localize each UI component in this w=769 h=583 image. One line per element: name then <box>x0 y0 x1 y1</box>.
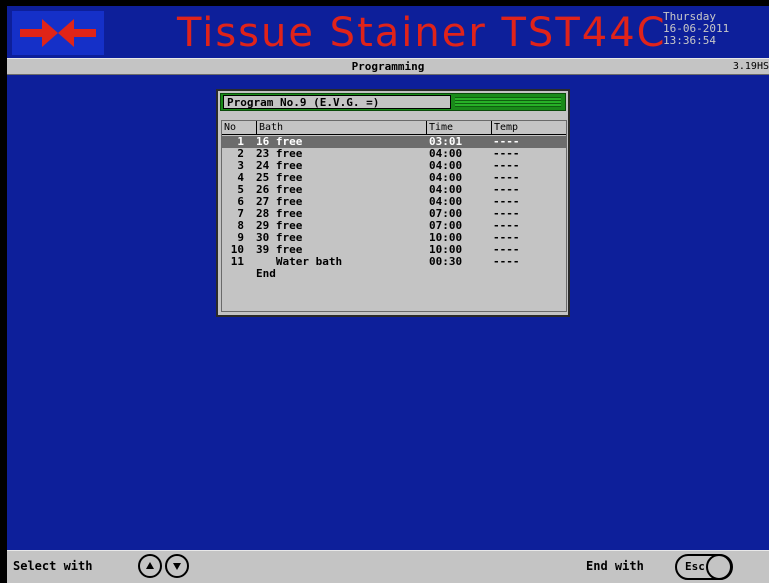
esc-label: Esc <box>685 560 705 573</box>
table-header: No Bath Time Temp <box>222 121 566 135</box>
software-version: 3.19HS <box>732 61 769 72</box>
column-temp: Temp <box>491 121 566 134</box>
clock: Thursday 16-06-2011 13:36:54 <box>663 11 769 47</box>
program-window: Program No.9 (E.V.G. =) No Bath Time Tem… <box>216 89 570 317</box>
instrument-logo <box>12 11 104 55</box>
program-steps-table: No Bath Time Temp 1 16 free 03:01 ---- 2 23 f… <box>221 120 567 312</box>
step-time: 00:30 <box>429 255 463 268</box>
logo-triangle-left <box>42 19 58 47</box>
screen: Tissue Stainer TST44C Thursday 16-06-201… <box>7 6 769 583</box>
esc-knob <box>706 554 732 580</box>
arrow-down-button[interactable] <box>165 554 189 578</box>
logo-bar-right <box>70 29 96 37</box>
column-time: Time <box>426 121 491 134</box>
app-title: Tissue Stainer TST44C <box>177 10 667 56</box>
header-stripes <box>455 97 561 107</box>
table-row[interactable]: End <box>222 268 566 280</box>
column-no: No <box>224 122 237 133</box>
select-label: Select with <box>13 559 93 573</box>
arrow-up-icon <box>146 562 154 569</box>
mode-bar: Programming 3.19HS <box>7 58 769 75</box>
column-bath: Bath <box>256 121 426 134</box>
arrow-up-button[interactable] <box>138 554 162 578</box>
bath-name: End <box>256 267 276 280</box>
esc-button[interactable]: Esc <box>675 554 733 580</box>
program-header: Program No.9 (E.V.G. =) <box>220 93 566 111</box>
mode-title: Programming <box>351 60 425 73</box>
clock-time: 13:36:54 <box>663 34 716 47</box>
arrow-down-icon <box>173 563 181 570</box>
step-number: 11 <box>230 255 244 268</box>
footer-bar: Select with End with Esc <box>7 550 769 583</box>
step-temp: ---- <box>493 255 520 268</box>
end-label: End with <box>586 559 644 573</box>
program-name: Program No.9 (E.V.G. =) <box>223 95 451 109</box>
